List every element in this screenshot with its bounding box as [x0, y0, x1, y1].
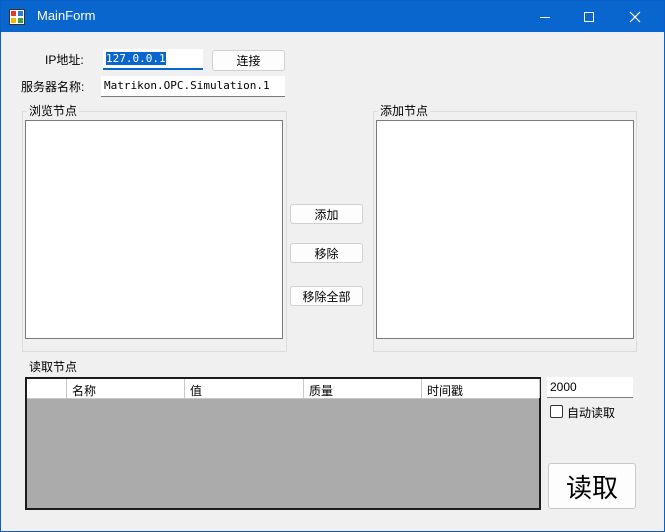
server-name-label: 服务器名称: [21, 80, 85, 94]
ip-address-input[interactable]: 127.0.0.1 [103, 49, 203, 70]
added-nodes-title: 添加节点 [378, 102, 431, 119]
column-header-quality[interactable]: 质量 [304, 379, 422, 398]
interval-input[interactable]: 2000 [547, 377, 633, 398]
auto-read-checkbox[interactable] [550, 405, 563, 418]
window-title: MainForm [37, 8, 96, 23]
remove-all-button[interactable]: 移除全部 [290, 286, 363, 306]
close-icon [629, 11, 641, 22]
connect-button[interactable]: 连接 [212, 50, 285, 71]
add-node-button[interactable]: 添加 [290, 204, 363, 224]
column-header-timestamp[interactable]: 时间戳 [422, 379, 540, 398]
remove-node-button[interactable]: 移除 [290, 243, 363, 263]
main-window: MainForm IP地址: 127.0.0.1 连接 服务器名称: Matri… [0, 0, 665, 532]
app-icon [9, 9, 25, 25]
maximize-icon [584, 11, 594, 22]
read-nodes-grid[interactable]: 名称 值 质量 时间戳 [25, 377, 541, 510]
ip-address-value: 127.0.0.1 [106, 52, 166, 65]
browse-nodes-title: 浏览节点 [27, 102, 80, 119]
row-header-cell [27, 379, 67, 398]
auto-read-label[interactable]: 自动读取 [567, 404, 615, 421]
column-header-name[interactable]: 名称 [67, 379, 185, 398]
grid-header-row: 名称 值 质量 时间戳 [27, 379, 540, 399]
title-bar[interactable]: MainForm [1, 1, 664, 32]
ip-label: IP地址: [45, 53, 84, 67]
minimize-button[interactable] [522, 1, 568, 32]
read-button[interactable]: 读取 [548, 463, 636, 509]
close-button[interactable] [612, 1, 658, 32]
minimize-icon [540, 16, 550, 18]
browse-nodes-tree[interactable] [25, 120, 283, 339]
column-header-value[interactable]: 值 [185, 379, 304, 398]
read-nodes-title: 读取节点 [29, 360, 78, 374]
maximize-button[interactable] [566, 1, 612, 32]
added-nodes-list[interactable] [376, 120, 634, 339]
server-name-input[interactable]: Matrikon.OPC.Simulation.1 [101, 76, 285, 97]
